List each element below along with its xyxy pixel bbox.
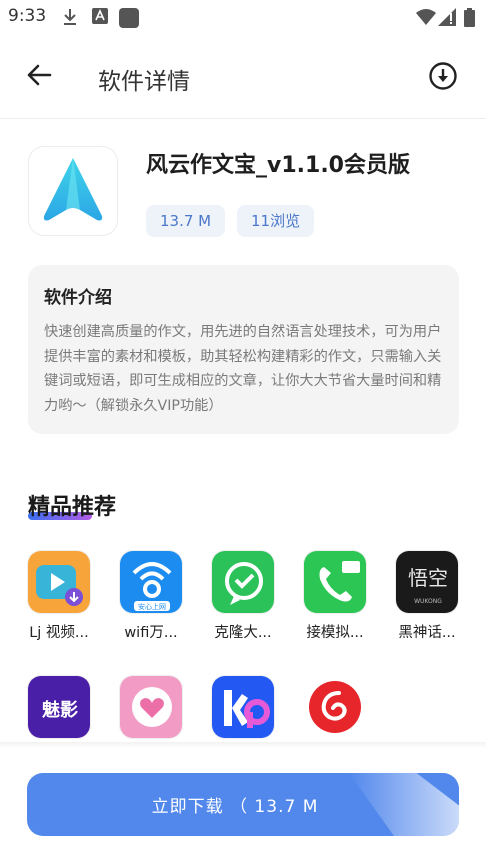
rec-item-netease-music[interactable]	[290, 675, 380, 739]
rec-item-label: 黑神话...	[398, 625, 456, 641]
app-icon	[28, 146, 118, 236]
rec-item-heart-chat[interactable]	[106, 675, 196, 739]
wukong-glyph: 悟空	[408, 566, 448, 590]
rec-item-meiying[interactable]: 魅影	[14, 675, 104, 739]
netease-music-app-icon	[303, 675, 367, 739]
app-logo-icon	[36, 152, 110, 230]
battery-icon	[464, 8, 475, 31]
rec-item-wifi[interactable]: 安心上网 wifi万...	[106, 550, 196, 642]
wukong-app-icon: 悟空 WUKONG	[395, 550, 459, 614]
meiying-glyph: 魅影	[42, 699, 78, 721]
intro-text: 快速创建高质量的作文，用先进的自然语言处理技术，可为用户提供丰富的素材和模板，助…	[44, 324, 442, 414]
download-button-top[interactable]	[428, 61, 458, 91]
download-status-icon	[62, 8, 78, 30]
kp-app-icon	[211, 675, 275, 739]
rec-item-label: 接模拟...	[306, 625, 364, 641]
meiying-app-icon: 魅影	[27, 675, 91, 739]
wukong-subtext: WUKONG	[414, 598, 442, 605]
wifi-app-icon: 安心上网	[119, 550, 183, 614]
bottom-bar-shadow	[0, 742, 486, 748]
heart-chat-app-icon	[119, 675, 183, 739]
wifi-icon	[416, 8, 436, 30]
rec-item-kp[interactable]	[198, 675, 288, 739]
download-button-label: 立即下载 （ 13.7 M	[151, 797, 319, 817]
rec-item-wukong[interactable]: 悟空 WUKONG 黑神话...	[382, 550, 472, 642]
wifi-badge-text: 安心上网	[138, 602, 166, 611]
rec-item-label: 克隆大...	[214, 625, 272, 641]
phone-app-icon	[303, 550, 367, 614]
a-notification-icon	[92, 8, 108, 28]
lj-video-app-icon	[27, 550, 91, 614]
status-time: 9:33	[8, 6, 47, 26]
clone-app-icon	[211, 550, 275, 614]
intro-card: 软件介绍 快速创建高质量的作文，用先进的自然语言处理技术，可为用户提供丰富的素材…	[28, 265, 459, 434]
signal-icon	[438, 8, 456, 30]
app-bar: 软件详情	[0, 50, 486, 106]
download-circle-icon	[428, 62, 458, 95]
app-notification-icon	[119, 8, 139, 32]
page-title: 软件详情	[98, 69, 190, 95]
app-name: 风云作文宝_v1.1.0会员版	[146, 153, 410, 178]
app-views-chip: 11浏览	[237, 205, 315, 237]
status-bar: 9:33	[0, 0, 486, 34]
header-divider	[0, 118, 486, 119]
section-title-recommend: 精品推荐	[28, 495, 117, 520]
rec-item-label: wifi万...	[124, 625, 178, 641]
rec-item-simulator[interactable]: 接模拟...	[290, 550, 380, 642]
install-download-button[interactable]: 立即下载 （ 13.7 M	[27, 773, 459, 836]
app-size-chip: 13.7 M	[146, 205, 226, 237]
rec-item-clone[interactable]: 克隆大...	[198, 550, 288, 642]
intro-title: 软件介绍	[44, 288, 112, 308]
back-button[interactable]	[22, 60, 56, 94]
rec-item-lj-video[interactable]: Lj 视频...	[14, 550, 104, 642]
rec-item-label: Lj 视频...	[29, 625, 89, 641]
button-glare	[349, 773, 459, 836]
arrow-left-icon	[26, 64, 52, 90]
